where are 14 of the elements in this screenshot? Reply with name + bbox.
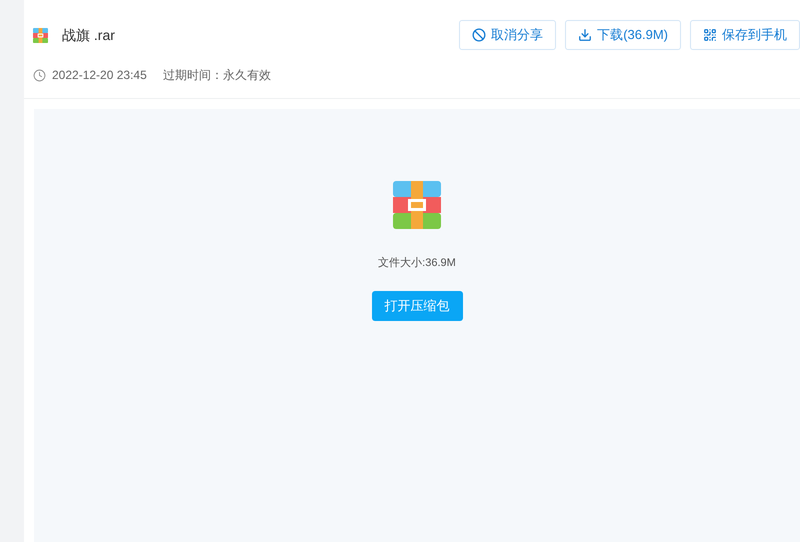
cancel-icon — [472, 28, 486, 42]
expiry-text: 过期时间：永久有效 — [162, 67, 271, 84]
clock-icon — [33, 68, 46, 82]
action-button[interactable]: 下载(36.9M) — [565, 20, 681, 50]
open-archive-button[interactable]: 打开压缩包 — [372, 290, 462, 320]
qr-code-icon — [703, 28, 717, 42]
archive-icon — [33, 28, 48, 43]
file-size: 文件大小:36.9M — [378, 256, 456, 271]
action-button[interactable]: 取消分享 — [459, 20, 556, 50]
action-button[interactable]: 保存到手机 — [690, 20, 800, 50]
download-icon — [578, 28, 592, 42]
file-name: 战旗 .rar — [62, 26, 115, 45]
share-date: 2022-12-20 23:45 — [52, 67, 147, 84]
archive-icon — [393, 181, 441, 229]
